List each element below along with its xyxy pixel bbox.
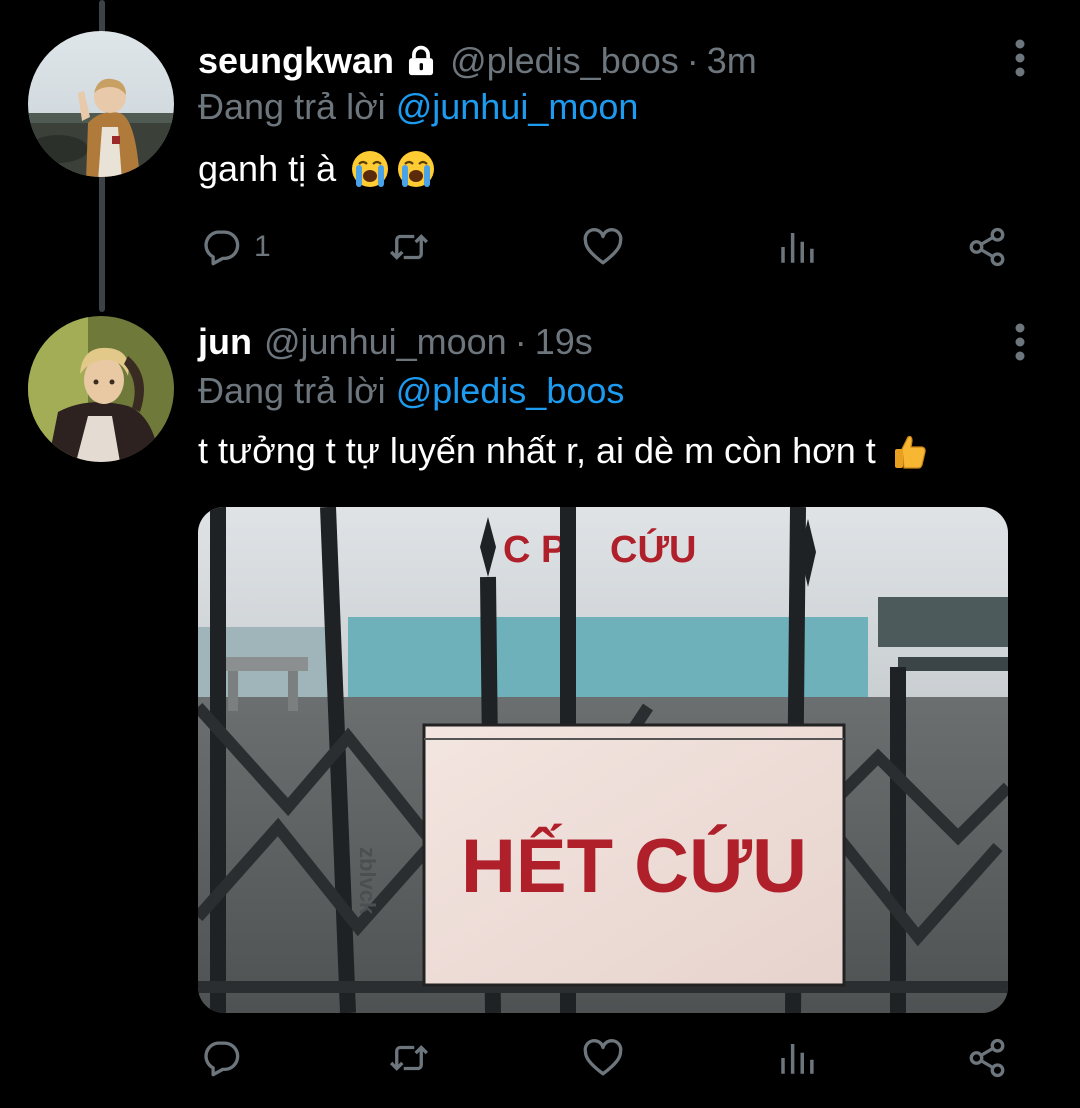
replying-to-line: Đang trả lời @pledis_boos bbox=[198, 370, 624, 412]
like-icon bbox=[583, 1039, 623, 1076]
retweet-icon bbox=[389, 1045, 429, 1071]
retweet-button[interactable] bbox=[388, 222, 430, 272]
display-name[interactable]: jun bbox=[198, 321, 252, 363]
reply-icon bbox=[204, 1041, 240, 1077]
loudly-crying-face-icon bbox=[396, 149, 436, 189]
tweet-actions bbox=[198, 1033, 1038, 1083]
avatar-photo-seungkwan bbox=[28, 31, 174, 177]
reply-icon bbox=[204, 230, 240, 266]
user-handle[interactable]: @pledis_boos bbox=[450, 40, 679, 82]
tweet-text: t tưởng t tự luyến nhất r, ai dè m còn h… bbox=[198, 430, 930, 472]
user-handle[interactable]: @junhui_moon bbox=[264, 321, 507, 363]
analytics-icon bbox=[781, 1044, 814, 1074]
tweet-media-image[interactable]: C P CỨU zblvck HẾT CỨU bbox=[198, 507, 1008, 1013]
share-icon bbox=[969, 227, 1005, 267]
replying-to-mention[interactable]: @junhui_moon bbox=[396, 86, 639, 127]
like-icon bbox=[583, 228, 623, 265]
wall-sign-text-left: C P bbox=[503, 529, 566, 571]
tweet-header: seungkwan @pledis_boos · 3m bbox=[198, 39, 757, 83]
share-button[interactable] bbox=[966, 1033, 1008, 1083]
more-vertical-icon[interactable] bbox=[1002, 36, 1038, 80]
tweet-text-content: ganh tị à bbox=[198, 148, 337, 189]
loudly-crying-face-icon bbox=[350, 149, 390, 189]
analytics-button[interactable] bbox=[776, 1033, 818, 1083]
photo-het-cuu-sign: C P CỨU zblvck HẾT CỨU bbox=[198, 507, 1008, 1013]
retweet-icon bbox=[389, 234, 429, 260]
replying-to-label: Đang trả lời bbox=[198, 370, 386, 411]
separator-dot: · bbox=[686, 40, 699, 81]
more-vertical-icon[interactable] bbox=[1002, 320, 1038, 364]
lock-icon bbox=[404, 44, 438, 78]
like-button[interactable] bbox=[582, 222, 624, 272]
tweet-text-content: t tưởng t tự luyến nhất r, ai dè m còn h… bbox=[198, 430, 876, 471]
share-button[interactable] bbox=[966, 222, 1008, 272]
tweet-text: ganh tị à bbox=[198, 148, 436, 190]
thumbs-up-icon bbox=[890, 431, 930, 471]
analytics-button[interactable] bbox=[776, 222, 818, 272]
avatar[interactable] bbox=[28, 31, 174, 177]
replying-to-line: Đang trả lời @junhui_moon bbox=[198, 86, 638, 128]
tweet-seungkwan[interactable]: seungkwan @pledis_boos · 3m Đang trả lời… bbox=[0, 0, 1080, 300]
avatar[interactable] bbox=[28, 316, 174, 462]
reply-count: 1 bbox=[254, 230, 271, 263]
like-button[interactable] bbox=[582, 1033, 624, 1083]
separator-dot: · bbox=[514, 321, 527, 362]
avatar-photo-jun bbox=[28, 316, 174, 462]
reply-button[interactable]: 1 bbox=[200, 222, 271, 272]
replying-to-mention[interactable]: @pledis_boos bbox=[396, 370, 625, 411]
replying-to-label: Đang trả lời bbox=[198, 86, 386, 127]
sign-main-text: HẾT CỨU bbox=[461, 824, 807, 909]
retweet-button[interactable] bbox=[388, 1033, 430, 1083]
reply-button[interactable] bbox=[200, 1033, 254, 1083]
wall-sign-text-right: CỨU bbox=[610, 527, 696, 571]
tweet-header: jun @junhui_moon · 19s bbox=[198, 320, 593, 364]
side-text: zblvck bbox=[355, 847, 380, 915]
share-icon bbox=[969, 1038, 1005, 1078]
display-name[interactable]: seungkwan bbox=[198, 40, 394, 82]
timestamp[interactable]: 3m bbox=[707, 40, 757, 82]
analytics-icon bbox=[781, 233, 814, 263]
tweet-actions: 1 bbox=[198, 222, 1038, 272]
timestamp[interactable]: 19s bbox=[535, 321, 593, 363]
